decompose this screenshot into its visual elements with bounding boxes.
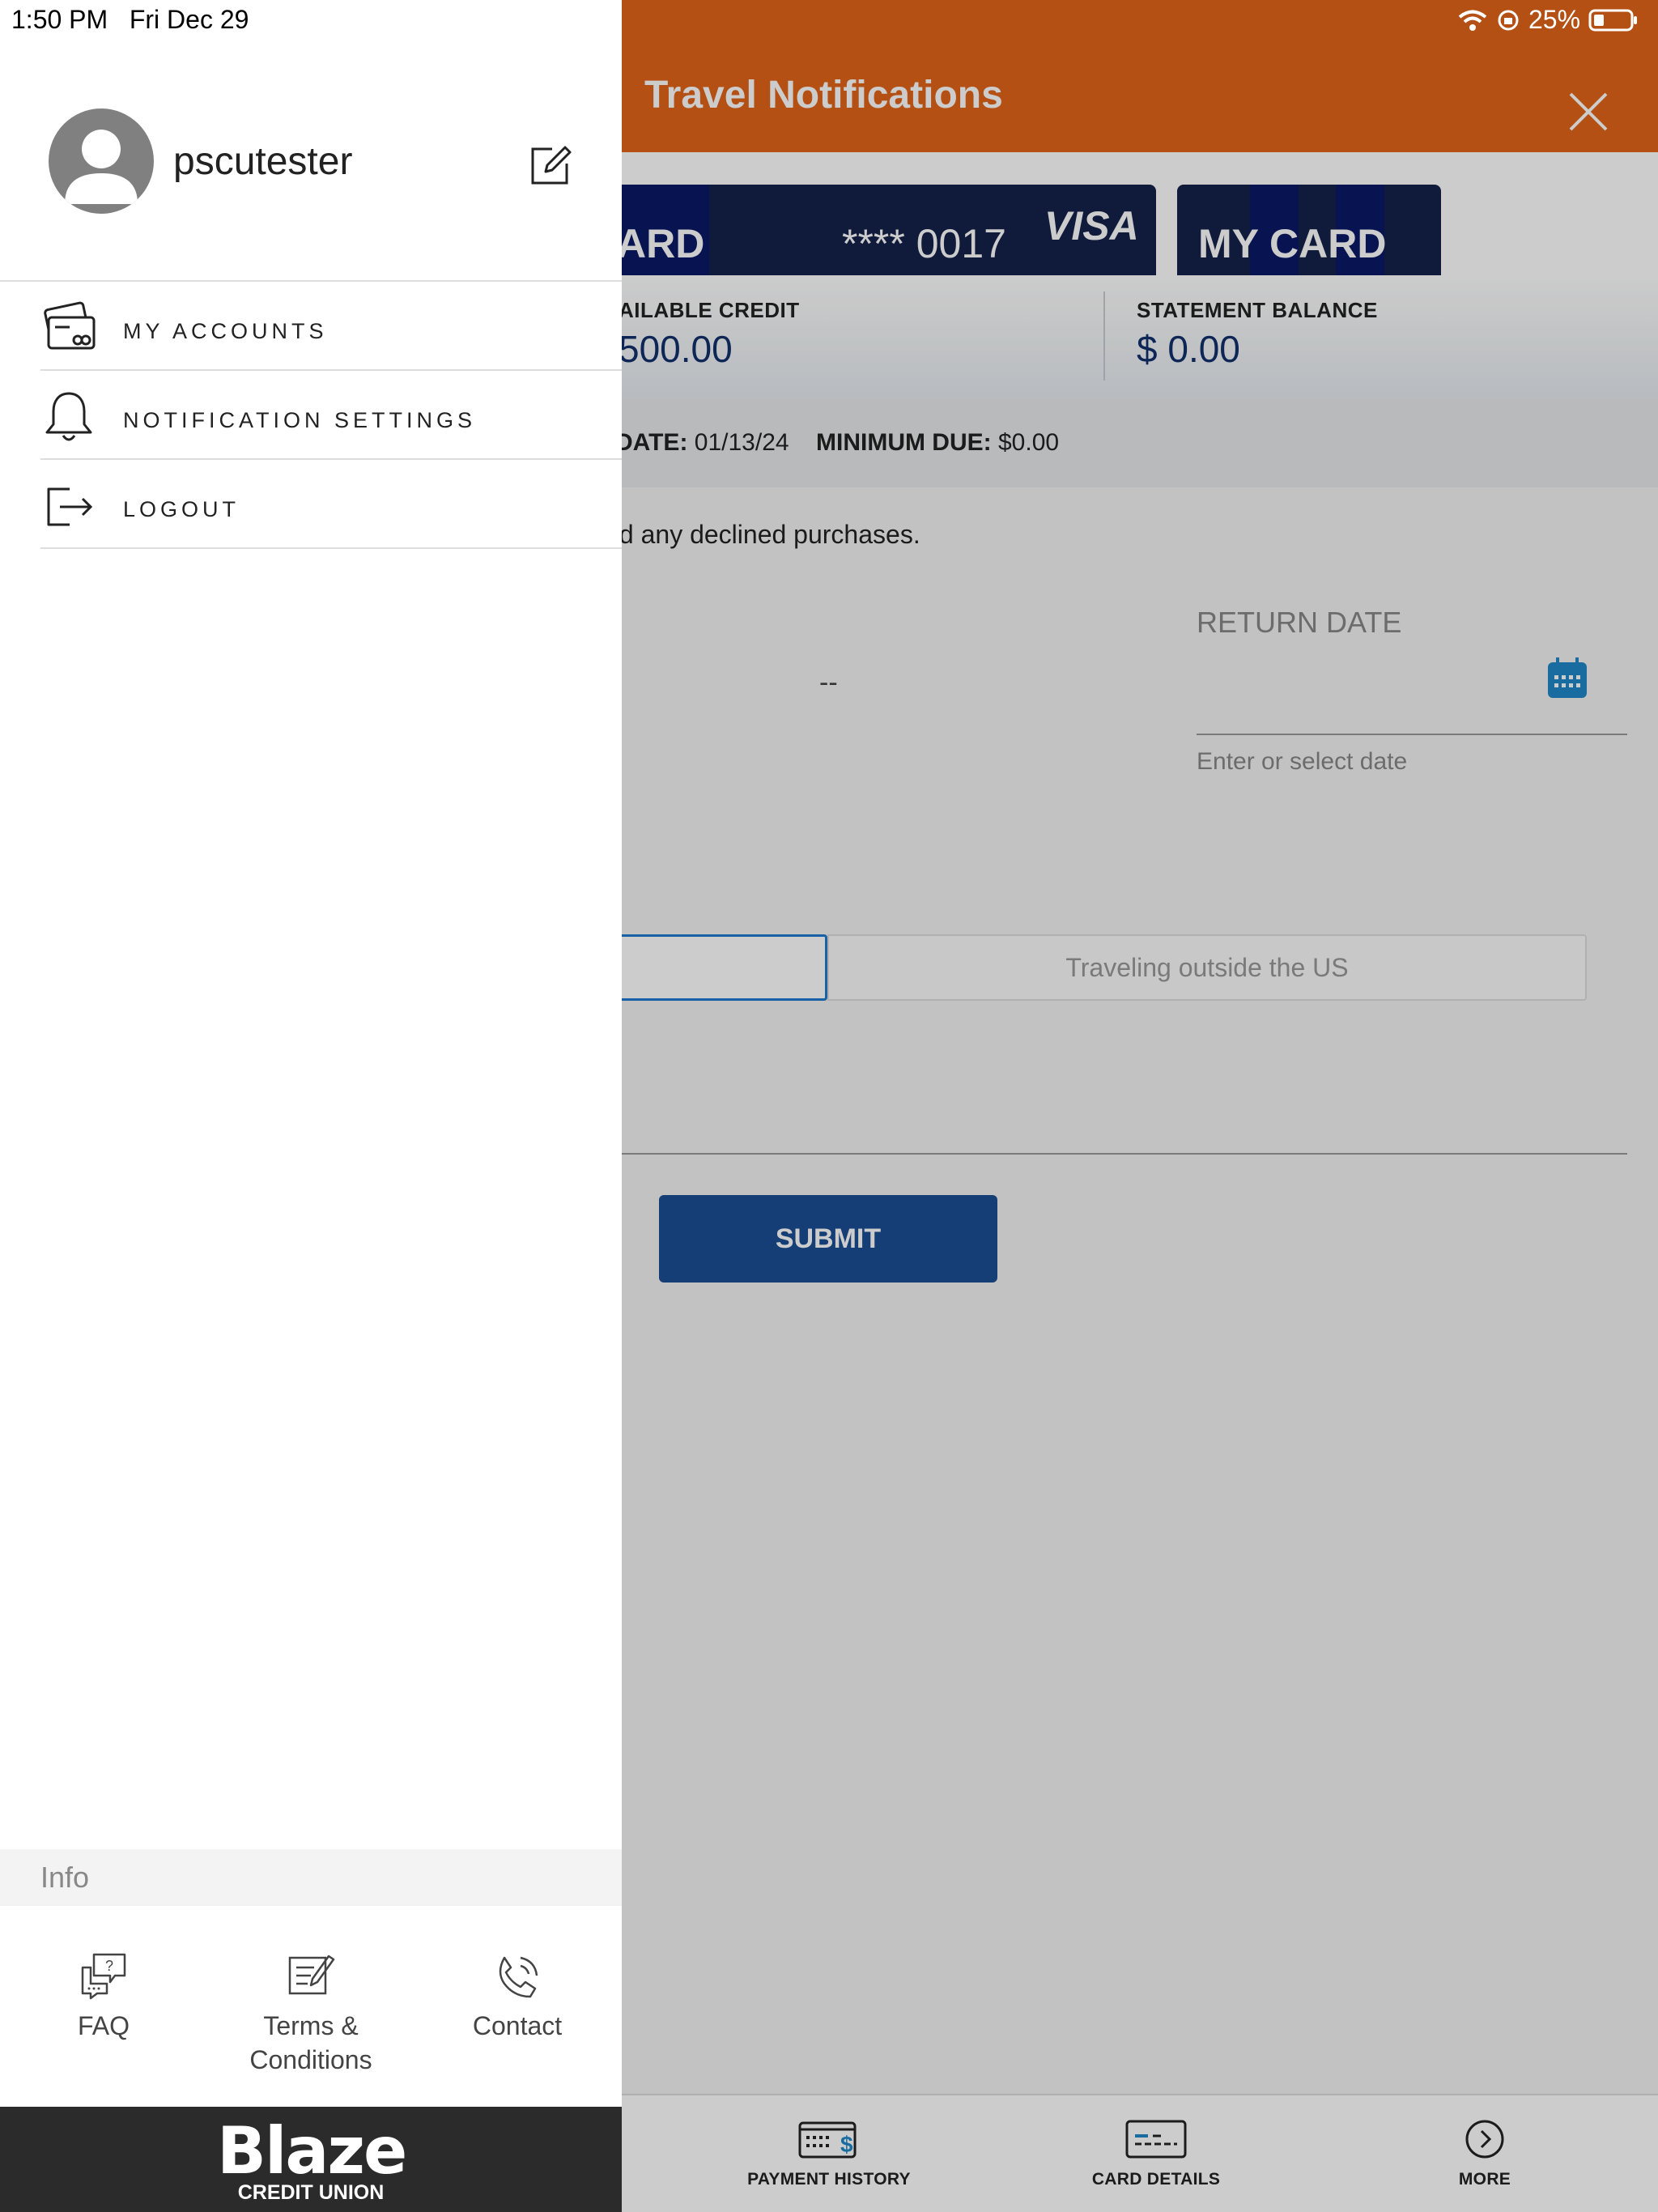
info-link-label: FAQ bbox=[77, 2011, 130, 2040]
info-title: Info bbox=[40, 1861, 90, 1894]
logout-icon bbox=[47, 487, 93, 526]
info-link-label: Terms & Conditions bbox=[249, 2011, 372, 2074]
battery-percent: 25% bbox=[1528, 5, 1581, 34]
menu-item-notification-settings[interactable]: NOTIFICATION SETTINGS bbox=[40, 369, 622, 458]
bell-icon bbox=[45, 392, 92, 441]
info-link-label: Contact bbox=[472, 2011, 563, 2040]
menu-item-my-accounts[interactable]: MY ACCOUNTS bbox=[40, 280, 622, 369]
menu-label: LOGOUT bbox=[123, 497, 240, 521]
side-drawer: 1:50 PM Fri Dec 29 pscutester MY ACCOUNT… bbox=[0, 0, 622, 2212]
info-link-terms[interactable]: Terms & Conditions bbox=[218, 1951, 404, 2077]
terms-icon bbox=[288, 1955, 335, 1995]
menu-label: NOTIFICATION SETTINGS bbox=[123, 408, 477, 432]
menu-label: MY ACCOUNTS bbox=[123, 319, 328, 343]
faq-icon: ? bbox=[81, 1953, 126, 2000]
avatar[interactable] bbox=[49, 108, 154, 214]
menu-item-logout[interactable]: LOGOUT bbox=[40, 458, 622, 547]
blaze-logo-subtitle: CREDIT UNION bbox=[237, 2181, 385, 2204]
battery-icon bbox=[1588, 9, 1638, 31]
status-bar-right: 25% bbox=[1457, 5, 1639, 35]
accounts-cards-icon bbox=[44, 301, 96, 350]
blaze-logo: Blaze bbox=[217, 2113, 407, 2189]
info-link-faq[interactable]: ? FAQ bbox=[11, 1951, 197, 2044]
user-avatar-icon bbox=[65, 130, 138, 204]
username: pscutester bbox=[173, 140, 353, 183]
info-section-header bbox=[0, 1849, 622, 1906]
orientation-lock-icon bbox=[1498, 10, 1519, 30]
edit-profile-icon[interactable] bbox=[528, 143, 573, 188]
svg-text:?: ? bbox=[105, 1958, 113, 1974]
phone-icon bbox=[499, 1956, 538, 1998]
status-bar-time: 1:50 PM Fri Dec 29 bbox=[11, 5, 249, 34]
info-link-contact[interactable]: Contact bbox=[424, 1951, 610, 2044]
wifi-icon bbox=[1458, 10, 1487, 31]
